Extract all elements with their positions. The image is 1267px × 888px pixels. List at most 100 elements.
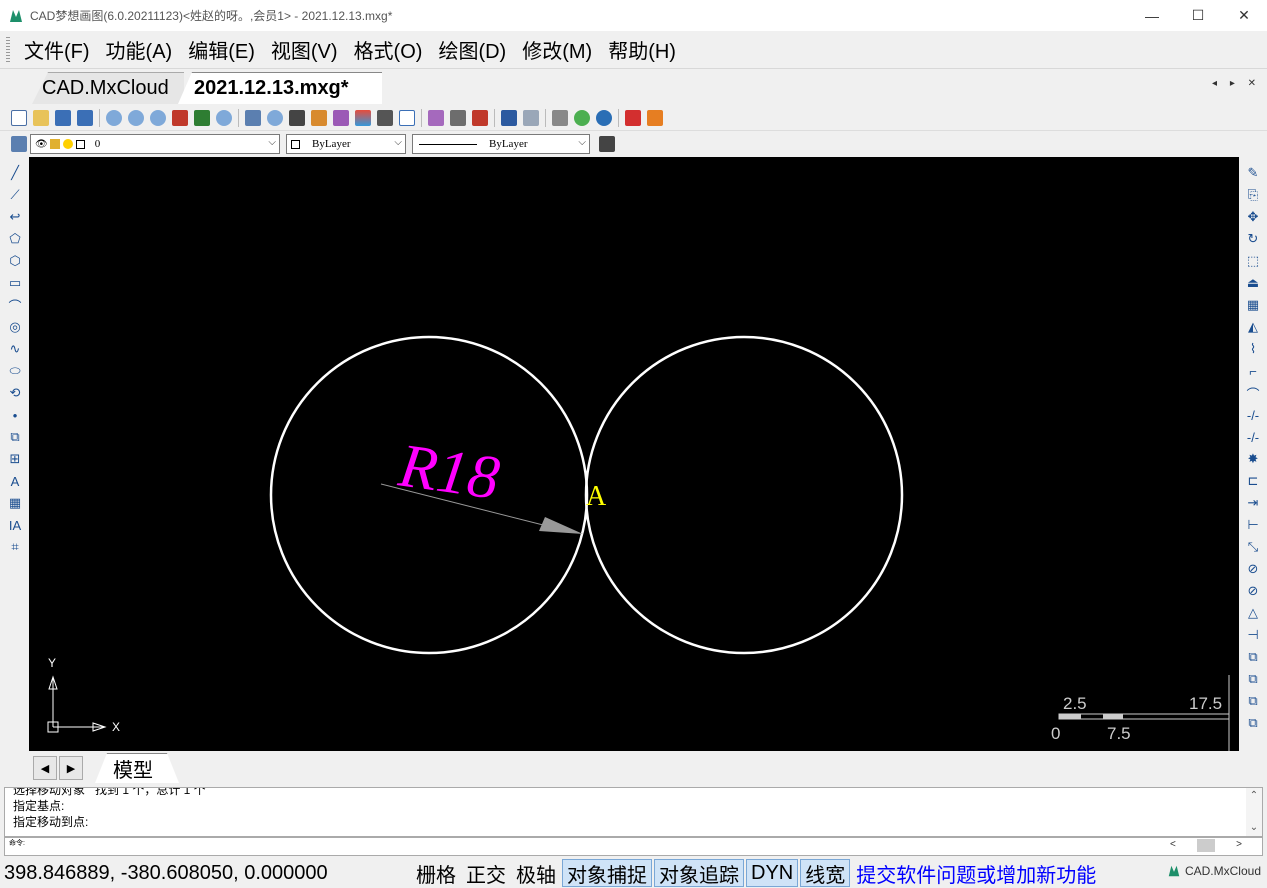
- minimize-button[interactable]: —: [1129, 0, 1175, 31]
- grid-toggle[interactable]: 栅格: [412, 859, 460, 887]
- print-icon[interactable]: [552, 109, 568, 126]
- layers-icon[interactable]: [11, 136, 27, 152]
- tab-model[interactable]: 模型: [95, 753, 179, 783]
- otrack-toggle[interactable]: 对象追踪: [654, 859, 744, 887]
- aligned-dim-icon[interactable]: ⤡: [1242, 536, 1264, 558]
- menu-function[interactable]: 功能(A): [98, 35, 181, 64]
- spline-icon[interactable]: ∿: [4, 338, 26, 360]
- horizontal-scrollbar[interactable]: < >: [1170, 839, 1242, 854]
- zoom-in-icon[interactable]: [150, 109, 166, 126]
- scroll-thumb[interactable]: [1197, 839, 1215, 852]
- text-icon[interactable]: A: [4, 470, 26, 492]
- new-file-icon[interactable]: [11, 109, 27, 126]
- feedback-link[interactable]: 提交软件问题或增加新功能: [856, 859, 1096, 888]
- osnap-toggle[interactable]: 对象捕捉: [562, 859, 652, 887]
- extend-icon[interactable]: -/-: [1242, 426, 1264, 448]
- polygon-icon[interactable]: ⬡: [4, 250, 26, 272]
- redo-icon[interactable]: [523, 109, 539, 126]
- menu-view[interactable]: 视图(V): [263, 35, 346, 64]
- baseline-dim-icon[interactable]: ⊣: [1242, 624, 1264, 646]
- radius-dimension-text[interactable]: R18: [394, 431, 503, 512]
- point-icon[interactable]: •: [4, 404, 26, 426]
- command-input[interactable]: 命令:: [4, 837, 1263, 856]
- insert-icon[interactable]: ⊞: [4, 448, 26, 470]
- mtext-icon[interactable]: IA: [4, 514, 26, 536]
- diameter-dim-icon[interactable]: ⊘: [1242, 580, 1264, 602]
- circle-icon[interactable]: ◎: [4, 316, 26, 338]
- tab-current-drawing[interactable]: 2021.12.13.mxg*: [178, 72, 382, 104]
- lineweight-toggle[interactable]: 线宽: [800, 859, 851, 887]
- break-icon[interactable]: ⊏: [1242, 470, 1264, 492]
- match-properties-icon[interactable]: [311, 109, 327, 126]
- save-icon[interactable]: [55, 109, 71, 126]
- stretch-icon[interactable]: ⏏: [1242, 272, 1264, 294]
- pentagon-icon[interactable]: ⬠: [4, 228, 26, 250]
- measure-icon[interactable]: [450, 109, 466, 126]
- scroll-left-icon[interactable]: <: [1170, 839, 1176, 854]
- mirror-icon[interactable]: ◭: [1242, 316, 1264, 338]
- tab-scroll-right-button[interactable]: ▶: [59, 756, 83, 780]
- dyn-toggle[interactable]: DYN: [746, 859, 799, 887]
- draworder-below-icon[interactable]: ⧉: [1242, 712, 1264, 734]
- web-icon[interactable]: [596, 109, 612, 126]
- rotate-icon[interactable]: ↻: [1242, 228, 1264, 250]
- menu-help[interactable]: 帮助(H): [600, 35, 684, 64]
- layer-dropdown[interactable]: 👁 0 ⌵: [30, 134, 280, 154]
- drawing-canvas[interactable]: R18 A Y X 2.5 17.5 0 7.5: [29, 157, 1239, 751]
- color-picker-icon[interactable]: [333, 109, 349, 126]
- layer-manager-icon[interactable]: [355, 109, 371, 126]
- menu-edit[interactable]: 编辑(E): [180, 35, 263, 64]
- block-icon[interactable]: ⧉: [4, 426, 26, 448]
- linetype-dropdown[interactable]: ByLayer ⌵: [412, 134, 590, 154]
- circle-right[interactable]: [584, 335, 904, 655]
- trim-icon[interactable]: -/-: [1242, 404, 1264, 426]
- draworder-back-icon[interactable]: ⧉: [1242, 668, 1264, 690]
- command-scrollbar[interactable]: ⌃ ⌄: [1246, 788, 1262, 836]
- rectangle-icon[interactable]: ▭: [4, 272, 26, 294]
- window-icon[interactable]: [399, 109, 415, 126]
- layer-tool-icon[interactable]: [172, 109, 188, 126]
- zoom-realtime-icon[interactable]: [106, 109, 122, 126]
- pan-icon[interactable]: [289, 109, 305, 126]
- tab-cad-mxcloud[interactable]: CAD.MxCloud: [32, 72, 184, 104]
- scroll-right-icon[interactable]: >: [1236, 839, 1242, 854]
- close-button[interactable]: ✕: [1221, 0, 1267, 31]
- offset-icon[interactable]: ⌇: [1242, 338, 1264, 360]
- draworder-front-icon[interactable]: ⧉: [1242, 646, 1264, 668]
- polyline-icon[interactable]: ⟋: [4, 184, 26, 206]
- linetype-icon[interactable]: [377, 109, 393, 126]
- chamfer-icon[interactable]: ⌐: [1242, 360, 1264, 382]
- explode-icon[interactable]: ✸: [1242, 448, 1264, 470]
- plot-icon[interactable]: [428, 109, 444, 126]
- copy-icon[interactable]: ⎘: [1242, 184, 1264, 206]
- array-icon[interactable]: ▦: [1242, 294, 1264, 316]
- ortho-toggle[interactable]: 正交: [462, 859, 510, 887]
- ucs-icon[interactable]: [194, 109, 210, 126]
- toolbar-grip[interactable]: [6, 36, 10, 63]
- menu-format[interactable]: 格式(O): [346, 35, 431, 64]
- open-file-icon[interactable]: [33, 109, 49, 126]
- fillet-icon[interactable]: ⌒: [1242, 382, 1264, 404]
- export-image-icon[interactable]: [647, 109, 663, 126]
- polar-toggle[interactable]: 极轴: [512, 859, 560, 887]
- tab-scroll-left-button[interactable]: ◀: [33, 756, 57, 780]
- export-pdf-icon[interactable]: [625, 109, 641, 126]
- cloud-icon[interactable]: ⟲: [4, 382, 26, 404]
- zoom-all-icon[interactable]: [267, 109, 283, 126]
- join-icon[interactable]: ⇥: [1242, 492, 1264, 514]
- color-dropdown[interactable]: ByLayer ⌵: [286, 134, 406, 154]
- arc-icon[interactable]: ⌒: [4, 294, 26, 316]
- lineweight-icon[interactable]: [599, 136, 615, 152]
- tab-navigation[interactable]: ◂ ▸ ✕: [1212, 78, 1261, 89]
- radius-dim-icon[interactable]: ⊘: [1242, 558, 1264, 580]
- undo-icon[interactable]: [501, 109, 517, 126]
- hatch-icon[interactable]: ▦: [4, 492, 26, 514]
- point-a-label[interactable]: A: [586, 481, 607, 512]
- angle-dim-icon[interactable]: △: [1242, 602, 1264, 624]
- save-as-icon[interactable]: [77, 109, 93, 126]
- menu-modify[interactable]: 修改(M): [514, 35, 600, 64]
- linear-dim-icon[interactable]: ⊢: [1242, 514, 1264, 536]
- zoom-window-icon[interactable]: [128, 109, 144, 126]
- curve-icon[interactable]: ↩: [4, 206, 26, 228]
- line-icon[interactable]: ╱: [4, 162, 26, 184]
